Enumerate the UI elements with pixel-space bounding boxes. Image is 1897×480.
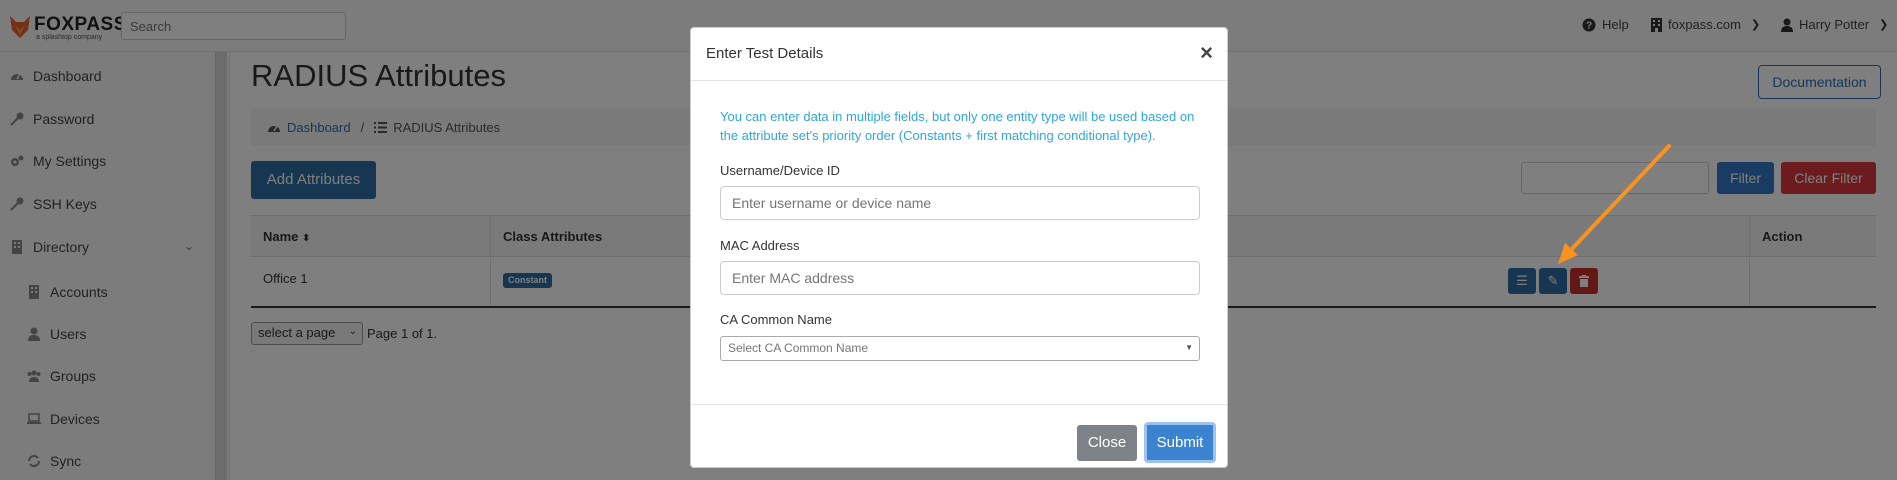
modal-info-text: You can enter data in multiple fields, b… <box>720 109 1195 143</box>
ca-common-name-select[interactable]: Select CA Common Name ▼ <box>720 336 1200 361</box>
username-field[interactable] <box>720 186 1200 220</box>
mac-address-label: MAC Address <box>720 238 800 253</box>
modal-footer: Close Submit <box>691 404 1227 468</box>
test-details-modal: Enter Test Details × You can enter data … <box>690 27 1228 468</box>
modal-header: Enter Test Details × <box>691 28 1227 81</box>
username-label: Username/Device ID <box>720 163 840 178</box>
close-button[interactable]: Close <box>1077 425 1137 461</box>
close-icon[interactable]: × <box>1200 40 1213 66</box>
modal-title: Enter Test Details <box>706 45 824 62</box>
ca-common-name-placeholder: Select CA Common Name <box>728 341 869 355</box>
caret-down-icon: ▼ <box>1185 343 1193 352</box>
mac-address-field[interactable] <box>720 261 1200 295</box>
ca-common-name-label: CA Common Name <box>720 312 832 327</box>
submit-button[interactable]: Submit <box>1144 422 1216 463</box>
